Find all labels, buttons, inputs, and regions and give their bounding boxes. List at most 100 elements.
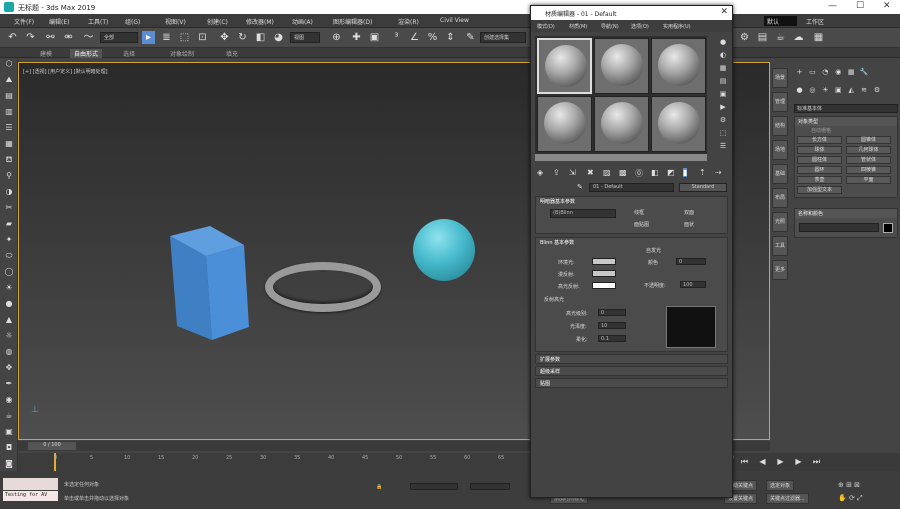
spec-level-input[interactable]: 0 xyxy=(598,309,626,316)
face-map-checkbox[interactable]: 面贴图 xyxy=(634,221,649,228)
tab-selection[interactable]: 选择 xyxy=(123,49,135,58)
extended-params-title[interactable]: 扩展参数 xyxy=(536,355,727,364)
reset-map-icon[interactable]: ✖ xyxy=(587,168,594,177)
display-icon[interactable]: ▦ xyxy=(3,138,15,149)
material-navigator-icon[interactable]: ☰ xyxy=(717,142,729,155)
window-crossing-icon[interactable]: ⊡ xyxy=(196,31,209,44)
opacity-input[interactable]: 100 xyxy=(680,281,706,288)
tab-populate[interactable]: 填充 xyxy=(226,49,238,58)
box-icon[interactable]: ▣ xyxy=(3,426,15,437)
vtab-lighting[interactable]: 光照 xyxy=(772,212,788,232)
make-unique-icon[interactable]: ▨ xyxy=(603,168,611,177)
bulb-icon[interactable]: ☼ xyxy=(3,330,15,341)
geometry-icon[interactable]: ● xyxy=(794,86,805,94)
menu-tools[interactable]: 工具(T) xyxy=(88,17,108,26)
menu-file[interactable]: 文件(F) xyxy=(14,17,34,26)
rect-selection-icon[interactable]: ⬚ xyxy=(178,31,191,44)
layer-explorer-icon[interactable]: ▥ xyxy=(3,106,15,117)
sample-slot-2[interactable] xyxy=(594,38,649,94)
material-name-input[interactable]: 01 - Default xyxy=(589,183,674,192)
soften-input[interactable]: 0.1 xyxy=(598,335,626,342)
video-check-icon[interactable]: ▣ xyxy=(717,90,729,103)
maxscript-listener[interactable] xyxy=(3,478,58,490)
lights-cat-icon[interactable]: ☀ xyxy=(820,86,831,94)
teapot-icon[interactable]: ☕ xyxy=(3,410,15,421)
maps-rollout[interactable]: 贴图 xyxy=(535,378,728,388)
material-editor-title[interactable]: 材质编辑器 - 01 - Default xyxy=(531,6,732,20)
place-icon[interactable]: ◕ xyxy=(272,31,285,44)
sample-slot-4[interactable] xyxy=(537,96,592,152)
name-color-title[interactable]: 名称和颜色 xyxy=(795,209,897,218)
snap-icon[interactable]: ✥ xyxy=(3,362,15,373)
options-icon[interactable]: ⚙ xyxy=(717,116,729,129)
maximize-button[interactable]: ☐ xyxy=(856,1,864,11)
shader-basic-title[interactable]: 明暗器基本参数 xyxy=(536,197,727,206)
object-type-title[interactable]: 对象类型 xyxy=(795,117,897,126)
object-color-swatch[interactable] xyxy=(883,223,893,233)
pivot-center-icon[interactable]: ⊕ xyxy=(330,31,343,44)
photo-icon[interactable]: ◙ xyxy=(3,458,15,469)
hierarchy-tab-icon[interactable]: ◔ xyxy=(820,68,831,76)
backlight-icon[interactable]: ◐ xyxy=(717,51,729,64)
material-editor-close-button[interactable]: ✕ xyxy=(720,7,728,17)
menu-animation[interactable]: 动画(A) xyxy=(292,17,313,26)
tab-modeling[interactable]: 建模 xyxy=(40,49,52,58)
mat-menu-utilities[interactable]: 实用程序(U) xyxy=(663,23,691,30)
named-selection-dropdown[interactable]: 创建选择集 xyxy=(480,32,526,43)
motion-icon[interactable]: ◑ xyxy=(3,186,15,197)
eyedropper-icon[interactable]: ✎ xyxy=(577,183,583,191)
play-icon[interactable]: ▶ xyxy=(774,455,787,468)
wire-checkbox[interactable]: 线框 xyxy=(634,209,644,216)
scale-icon[interactable]: ◧ xyxy=(254,31,267,44)
assign-to-selection-icon[interactable]: ⇲ xyxy=(569,168,576,177)
geometry-category-dropdown[interactable]: 标准基本体 xyxy=(794,104,898,113)
mat-menu-material[interactable]: 材质(M) xyxy=(569,23,587,30)
supersampling-title[interactable]: 超级采样 xyxy=(536,367,727,376)
time-slider[interactable]: 0 / 100 xyxy=(28,442,76,450)
show-end-result-icon[interactable]: ◩ xyxy=(667,168,675,177)
unlink-icon[interactable]: ⚮ xyxy=(62,31,75,44)
sphere-button[interactable]: 球体 xyxy=(797,146,842,154)
bind-spacewarp-icon[interactable]: 〜 xyxy=(82,31,95,44)
utilities-tab-icon[interactable]: 🔧 xyxy=(859,68,870,76)
tube-button[interactable]: 管状体 xyxy=(846,156,891,164)
cylinder-icon[interactable]: ◘ xyxy=(3,442,15,453)
pin-icon[interactable]: ✒ xyxy=(3,378,15,389)
go-parent-icon[interactable]: ⇡ xyxy=(699,168,706,177)
tab-object-paint[interactable]: 对象绘制 xyxy=(170,49,194,58)
select-by-name-icon[interactable]: ≣ xyxy=(160,31,173,44)
display-tab-icon[interactable]: ▦ xyxy=(846,68,857,76)
menu-rendering[interactable]: 渲染(R) xyxy=(398,17,419,26)
keyboard-shortcut-icon[interactable]: ▣ xyxy=(368,31,381,44)
modify-tab-icon[interactable]: ▭ xyxy=(807,68,818,76)
ambient-color-swatch[interactable] xyxy=(592,258,616,265)
pan-icon[interactable]: ✋ ⟳ ⤢ xyxy=(838,494,863,503)
two-sided-checkbox[interactable]: 双面 xyxy=(684,209,694,216)
menu-create[interactable]: 创建(C) xyxy=(207,17,228,26)
list-icon[interactable]: ☰ xyxy=(3,122,15,133)
textplus-button[interactable]: 加强型文本 xyxy=(797,186,842,194)
sun-icon[interactable]: ☀ xyxy=(3,282,15,293)
extended-params-rollout[interactable]: 扩展参数 xyxy=(535,354,728,364)
sphere-icon[interactable]: ● xyxy=(3,298,15,309)
prev-frame-icon[interactable]: ◀ xyxy=(756,455,769,468)
cone-icon[interactable]: ▲ xyxy=(3,314,15,325)
material-id-icon[interactable]: ⓪ xyxy=(635,168,643,179)
menu-civil-view[interactable]: Civil View xyxy=(440,17,469,24)
teapot-button[interactable]: 茶壶 xyxy=(797,176,842,184)
background-icon[interactable]: ▦ xyxy=(717,64,729,77)
menu-modifiers[interactable]: 修改器(M) xyxy=(246,17,274,26)
move-icon[interactable]: ✥ xyxy=(218,31,231,44)
specular-color-swatch[interactable] xyxy=(592,282,616,289)
render-production-icon[interactable]: ☕ xyxy=(774,31,787,44)
faceted-checkbox[interactable]: 面状 xyxy=(684,221,694,228)
uv-tiling-icon[interactable]: ▤ xyxy=(717,77,729,90)
maps-title[interactable]: 贴图 xyxy=(536,379,727,388)
workspace-dropdown[interactable]: 默认 xyxy=(764,16,797,26)
vtab-more[interactable]: 更多 xyxy=(772,260,788,280)
lock-selection-icon[interactable]: 🔒 xyxy=(376,484,382,490)
slots-scrollbar[interactable] xyxy=(535,154,707,161)
helper-icon[interactable]: ◍ xyxy=(3,346,15,357)
rendered-frame-icon[interactable]: ▤ xyxy=(756,31,769,44)
material-type-button[interactable]: Standard xyxy=(679,183,727,192)
